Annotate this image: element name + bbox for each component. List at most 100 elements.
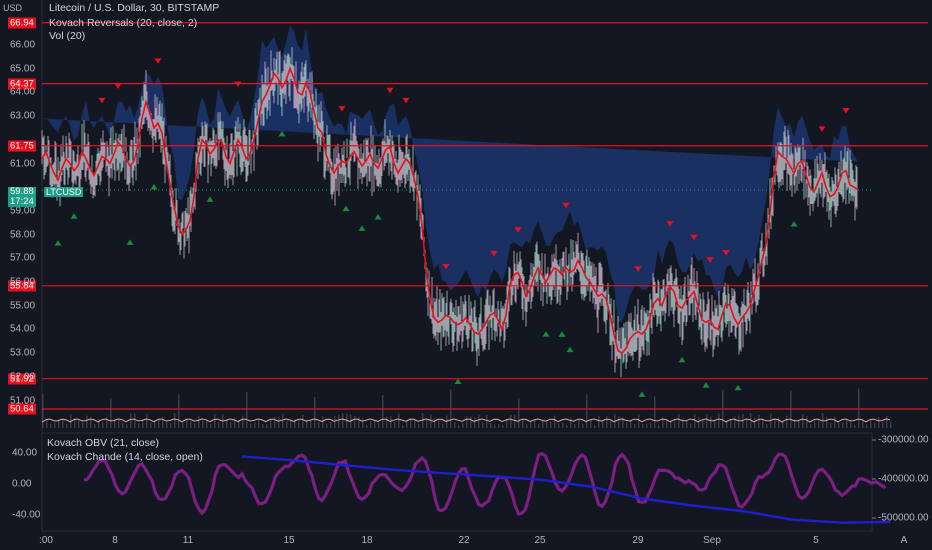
volume-bar [170, 422, 172, 428]
volume-bar [646, 424, 648, 428]
volume-bar [262, 423, 264, 428]
volume-bar [394, 421, 396, 428]
volume-bar [178, 394, 180, 428]
volume-bar [606, 416, 608, 428]
volume-bar [174, 413, 176, 428]
volume-bar [466, 416, 468, 428]
buy-marker [734, 384, 742, 391]
indicator-kovach-reversals[interactable]: Kovach Reversals (20, close, 2) [49, 17, 197, 29]
volume-bar [630, 420, 632, 428]
buy-marker [678, 356, 686, 363]
chart-canvas[interactable] [0, 0, 932, 550]
volume-bar [54, 422, 56, 428]
time-axis-tick: :00 [39, 535, 53, 546]
volume-bar [338, 414, 340, 428]
volume-bar [718, 413, 720, 428]
time-axis-tick: 8 [112, 535, 118, 546]
volume-bar [198, 415, 200, 428]
volume-bar [214, 413, 216, 428]
volume-bar [530, 421, 532, 428]
volume-bar [786, 415, 788, 428]
indicator-kovach-chande[interactable]: Kovach Chande (14, close, open) [47, 451, 203, 463]
volume-bar [522, 419, 524, 428]
price-axis-tick: 51.00 [10, 395, 36, 406]
volume-bar [166, 421, 168, 428]
volume-bar [850, 421, 852, 428]
volume-bar [474, 417, 476, 428]
time-axis-tick: 5 [813, 535, 819, 546]
volume-bar [582, 423, 584, 428]
volume-bar [218, 422, 220, 428]
volume-bar [642, 424, 644, 428]
volume-bar [362, 418, 364, 428]
volume-bar [870, 420, 872, 428]
volume-bar [390, 416, 392, 428]
time-axis-tick: Sep [703, 535, 721, 546]
indicator-volume[interactable]: Vol (20) [49, 30, 85, 42]
volume-bar [370, 421, 372, 428]
volume-bar [594, 424, 596, 428]
volume-bar [598, 415, 600, 428]
time-axis-tick: 15 [283, 535, 295, 546]
buy-marker [558, 331, 566, 337]
volume-bar [694, 414, 696, 428]
countdown-tag: 17:24 [8, 196, 36, 207]
volume-bar [318, 422, 320, 428]
kovach-chande-line [83, 451, 887, 516]
volume-bar [126, 424, 128, 428]
volume-bar [886, 416, 888, 428]
volume-bar [482, 422, 484, 428]
volume-bar [810, 424, 812, 428]
volume-bar [342, 413, 344, 428]
volume-bar [206, 420, 208, 428]
price-axis-tick: 57.00 [10, 252, 36, 264]
volume-bar [838, 422, 840, 428]
volume-bar [210, 424, 212, 428]
volume-bar [314, 396, 316, 428]
volume-bar [818, 419, 820, 428]
time-axis-tick: 18 [361, 535, 373, 546]
volume-bar [570, 417, 572, 428]
volume-bar [430, 414, 432, 428]
time-axis-tick: 25 [534, 535, 546, 546]
volume-bar [254, 422, 256, 428]
envelope-band [42, 25, 858, 323]
volume-bar [866, 424, 868, 428]
buy-marker [342, 205, 350, 212]
volume-bar [102, 422, 104, 428]
volume-bar [558, 423, 560, 428]
volume-bar [78, 420, 80, 428]
volume-bar [382, 395, 384, 428]
volume-bar [378, 422, 380, 428]
volume-bar [842, 422, 844, 428]
volume-bar [678, 414, 680, 428]
auto-scale-button[interactable]: A [897, 534, 911, 548]
volume-bar [414, 419, 416, 428]
buy-marker [566, 346, 574, 353]
volume-bar [494, 424, 496, 428]
obv-axis-tick: -500000.00 [878, 512, 929, 524]
volume-bar [578, 420, 580, 428]
sell-marker [154, 58, 162, 64]
volume-bar [326, 423, 328, 428]
volume-bar [266, 424, 268, 428]
indicator-kovach-obv[interactable]: Kovach OBV (21, close) [47, 437, 159, 449]
volume-bar [330, 421, 332, 428]
volume-bar [62, 418, 64, 428]
volume-bar [134, 413, 136, 428]
volume-bar [230, 422, 232, 428]
volume-bar [334, 415, 336, 428]
volume-bar [538, 424, 540, 428]
volume-bar [122, 422, 124, 428]
chart-title[interactable]: Litecoin / U.S. Dollar, 30, BITSTAMP [49, 2, 219, 14]
volume-bar [758, 415, 760, 428]
volume-bar [610, 420, 612, 428]
sell-marker [338, 106, 346, 112]
buy-marker [126, 239, 134, 245]
buy-marker [702, 382, 710, 388]
chande-axis-tick: 0.00 [12, 478, 32, 490]
buy-marker [70, 213, 78, 219]
volume-bar [50, 423, 52, 428]
sell-marker [818, 126, 826, 132]
volume-bar [274, 416, 276, 428]
